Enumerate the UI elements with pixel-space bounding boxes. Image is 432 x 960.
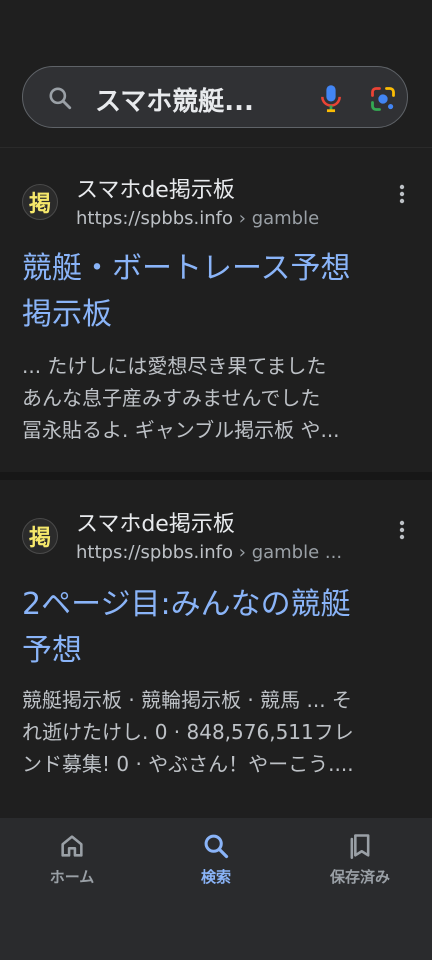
site-url[interactable]: https://spbbs.info › gamble ... [76,542,342,563]
nav-label-saved: 保存済み [329,868,390,886]
search-bar[interactable]: スマホ競艇... [22,66,408,128]
nav-item-search[interactable]: 検索 [156,832,276,887]
bottom-navigation: ホーム 検索 保存済み [0,818,432,960]
result-title[interactable]: 2ページ目:みんなの競艇 予想 [22,582,414,674]
snippet-line: あんな息子産みすみませんでした [22,386,321,410]
lens-icon[interactable] [369,85,397,113]
more-options-icon[interactable] [392,518,412,542]
nav-item-home[interactable]: ホーム [12,832,132,887]
snippet-line: 競艇掲示板 · 競輪掲示板 · 競馬 ... そ [22,688,352,712]
search-results-page: スマホ競艇... 掲 スマホde掲示板 https://spbbs.info ›… [0,0,432,960]
more-options-icon[interactable] [392,182,412,206]
result-title-line: 予想 [22,633,82,668]
site-url[interactable]: https://spbbs.info › gamble [76,208,319,229]
site-favicon: 掲 [22,184,58,220]
nav-label-search: 検索 [200,868,231,886]
search-result[interactable]: 掲 スマホde掲示板 https://spbbs.info › gamble .… [0,480,432,808]
search-icon [49,87,72,110]
result-title-line: 掲示板 [22,297,112,332]
microphone-icon[interactable] [317,83,345,113]
result-title[interactable]: 競艇・ボートレース予想 掲示板 [22,246,414,338]
bookmarks-icon [350,834,370,859]
snippet-line: ンド募集! 0 · やぶさん！やーこう.... [22,752,354,776]
snippet-line: ... たけしには愛想尽き果てました [22,354,327,378]
card-separator [0,472,432,480]
url-text: https://spbbs.info [76,542,234,563]
url-breadcrumb: › gamble ... [233,542,343,563]
site-favicon: 掲 [22,518,58,554]
search-icon [204,834,229,859]
home-icon [61,835,83,857]
result-snippet: 競艇掲示板 · 競輪掲示板 · 競馬 ... そ れ逝けたけし. 0 · 848… [22,684,414,780]
nav-label-home: ホーム [49,868,95,886]
result-title-line: 競艇・ボートレース予想 [22,251,351,286]
nav-item-saved[interactable]: 保存済み [300,832,420,887]
snippet-line: れ逝けたけし. 0 · 848,576,511フレ [22,720,354,744]
url-breadcrumb: › gamble [233,208,320,229]
site-name[interactable]: スマホde掲示板 [76,506,235,538]
result-snippet: ... たけしには愛想尽き果てました あんな息子産みすみませんでした 冨永貼るよ… [22,350,414,446]
url-text: https://spbbs.info [76,208,234,229]
result-title-line: 2ページ目:みんなの競艇 [22,587,351,622]
search-query[interactable]: スマホ競艇... [95,81,285,118]
snippet-line: 冨永貼るよ. ギャンブル掲示板 や... [22,418,340,442]
search-result[interactable]: 掲 スマホde掲示板 https://spbbs.info › gamble 競… [0,148,432,472]
site-name[interactable]: スマホde掲示板 [76,172,235,204]
